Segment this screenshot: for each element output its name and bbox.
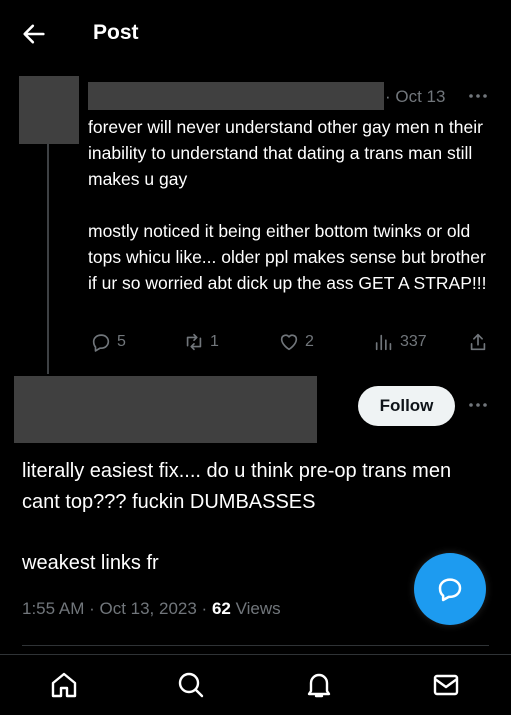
post-timestamp[interactable]: 1:55 AM · Oct 13, 2023 · [22,599,212,618]
more-icon [469,94,487,98]
author-redacted[interactable] [14,376,317,443]
reply-button[interactable]: 5 [90,331,126,353]
views-count: 337 [400,333,427,350]
bell-icon [307,673,331,698]
more-options-button[interactable] [466,86,490,106]
views-count: 62 [211,599,231,618]
chat-bubble-icon [438,578,462,602]
reply-count: 5 [117,333,126,350]
like-button[interactable]: 2 [278,331,314,353]
like-count: 2 [305,333,314,350]
views-label: Views [230,599,281,618]
repost-count: 1 [210,333,219,350]
mail-icon [433,674,459,696]
arrow-left-icon [23,24,45,44]
follow-button[interactable]: Follow [358,386,455,426]
analytics-icon [375,334,392,351]
nav-home[interactable] [48,669,80,701]
nav-notifications[interactable] [303,669,335,701]
views-button[interactable]: 337 [373,331,427,353]
more-icon [469,403,487,407]
page-title: Post [93,21,139,44]
heart-icon [280,334,298,351]
home-icon [51,672,77,698]
post-actions: 5 1 2 337 [0,331,511,357]
post-date[interactable]: · Oct 13 [385,87,445,107]
more-options-button[interactable] [466,395,490,415]
repost-button[interactable]: 1 [183,331,219,353]
compose-reply-button[interactable] [414,553,486,625]
top-bar: Post [0,0,511,66]
bottom-nav [0,654,511,715]
back-button[interactable] [20,20,48,48]
search-icon [178,672,204,698]
share-icon [470,333,486,351]
avatar-redacted[interactable] [19,76,79,144]
repost-icon [186,333,202,351]
post-text: forever will never understand other gay … [88,117,487,293]
post-meta: 1:55 AM · Oct 13, 2023 · 62 Views [22,599,281,619]
nav-messages[interactable] [430,669,462,701]
reply-icon [92,334,110,352]
nav-search[interactable] [175,669,207,701]
username-redacted[interactable] [88,82,384,110]
main-post-text: literally easiest fix.... do u think pre… [22,460,452,513]
divider [22,645,489,646]
share-button[interactable] [467,331,489,353]
